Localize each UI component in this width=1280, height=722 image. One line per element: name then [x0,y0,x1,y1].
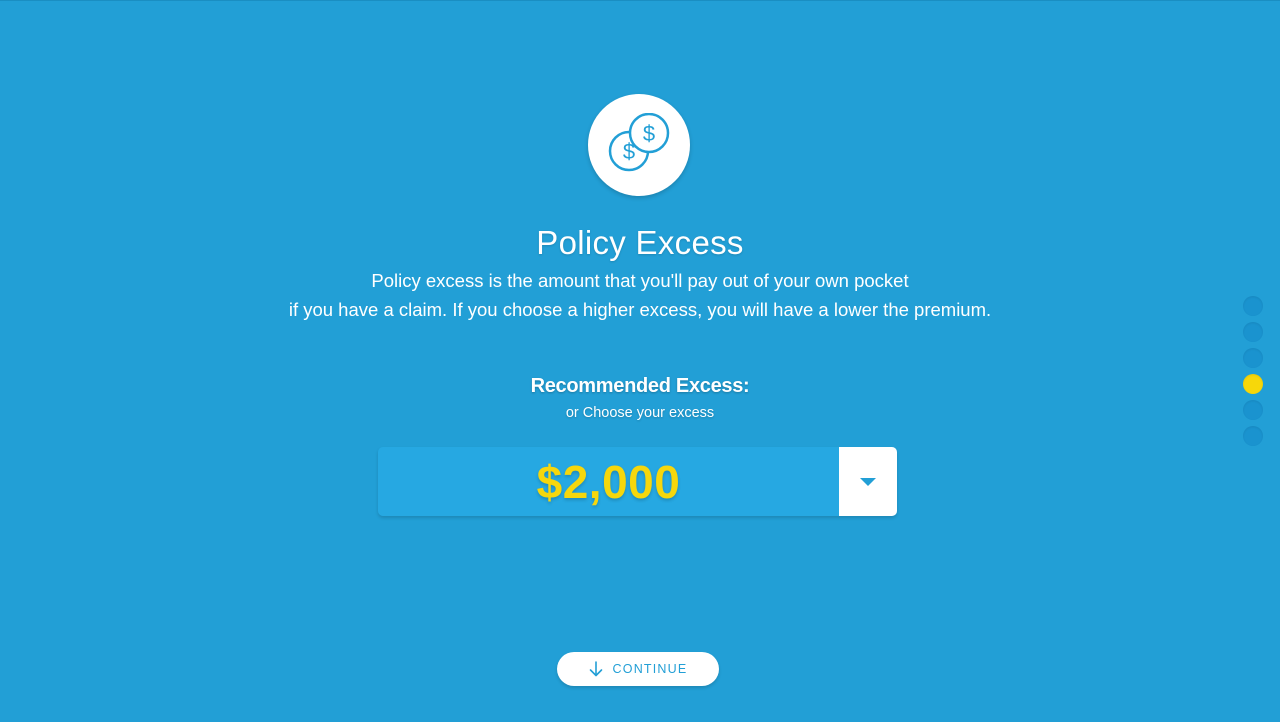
svg-text:$: $ [643,121,655,146]
excess-dropdown-toggle[interactable] [839,447,897,516]
description-line-2: if you have a claim. If you choose a hig… [288,299,992,320]
description-line-1: Policy excess is the amount that you'll … [371,270,909,291]
top-border [0,0,1280,1]
step-dot-4-active[interactable] [1243,374,1263,394]
step-dot-2[interactable] [1243,322,1263,342]
continue-label: CONTINUE [612,662,688,676]
recommended-excess-label: Recommended Excess: [530,375,750,397]
page-title: Policy Excess [536,224,744,261]
step-dot-1[interactable] [1243,296,1263,316]
excess-selected-value[interactable]: $2,000 [378,447,839,516]
chevron-down-icon [860,477,876,486]
arrow-down-icon [589,661,602,677]
excess-dropdown[interactable]: $2,000 [378,447,897,516]
coins-dollar-icon: $ $ [588,94,690,196]
step-dot-3[interactable] [1243,348,1263,368]
choose-excess-label: or Choose your excess [565,405,715,421]
step-dot-5[interactable] [1243,400,1263,420]
page-description: Policy excess is the amount that you'll … [0,266,1280,324]
continue-button[interactable]: CONTINUE [557,652,719,686]
step-dot-6[interactable] [1243,426,1263,446]
step-navigation [1243,296,1263,452]
